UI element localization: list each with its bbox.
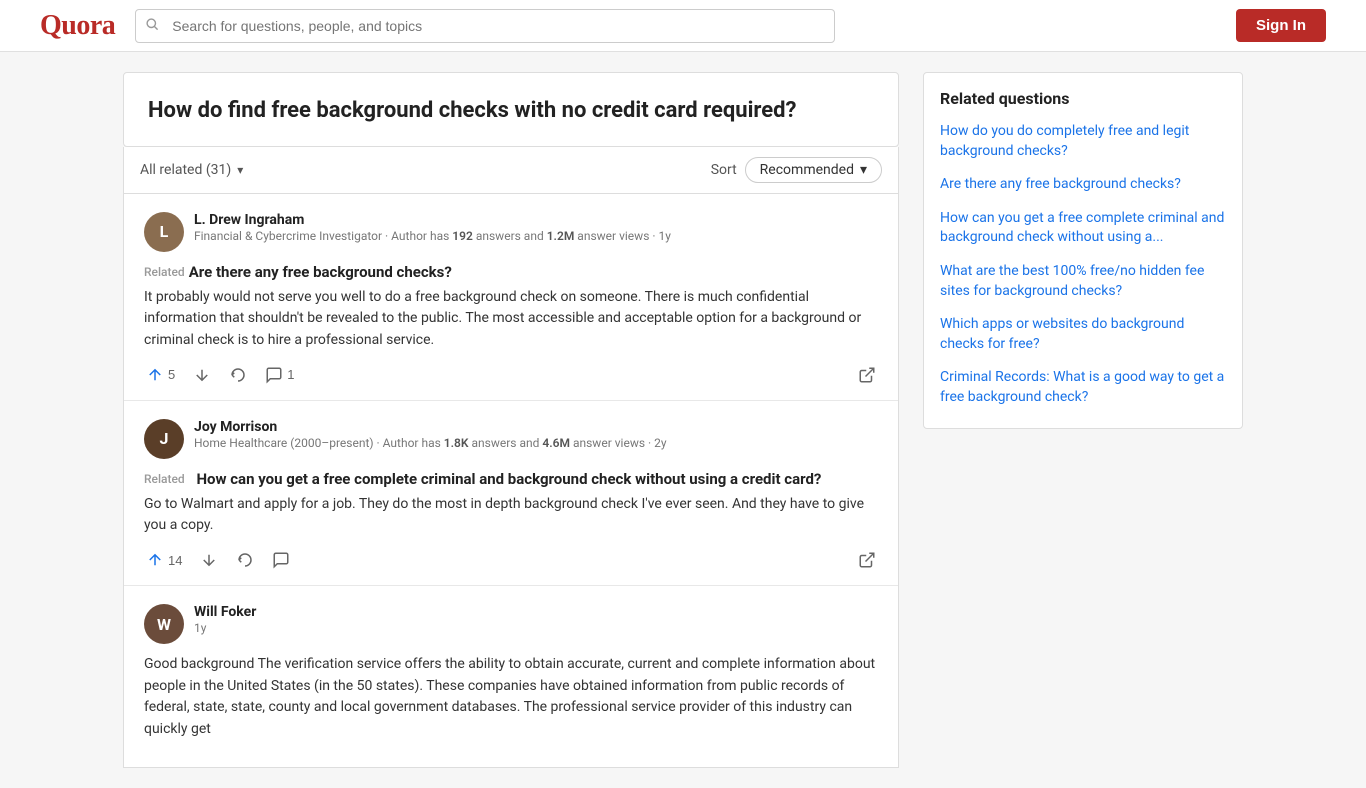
share-rotate-button[interactable]: [227, 364, 249, 386]
related-question-link[interactable]: How do you do completely free and legit …: [940, 122, 1226, 161]
search-input[interactable]: [135, 9, 835, 43]
sign-in-button[interactable]: Sign In: [1236, 9, 1326, 42]
search-bar: [135, 9, 835, 43]
action-bar: 5 1: [144, 364, 878, 386]
upvote-button[interactable]: 5: [144, 364, 177, 386]
author-meta: Home Healthcare (2000–present) · Author …: [194, 435, 878, 452]
comment-button[interactable]: 1: [263, 364, 296, 386]
author-name[interactable]: Joy Morrison: [194, 419, 878, 435]
downvote-button[interactable]: [191, 364, 213, 386]
avatar: J: [144, 419, 184, 459]
chevron-down-icon: ▾: [860, 162, 867, 178]
related-question-link[interactable]: Are there any free background checks?: [189, 263, 452, 281]
answers-container: L L. Drew Ingraham Financial & Cybercrim…: [123, 194, 899, 768]
answer-card: J Joy Morrison Home Healthcare (2000–pre…: [124, 400, 898, 585]
filter-bar: All related (31) ▾ Sort Recommended ▾: [123, 147, 899, 194]
answer-text: Good background The verification service…: [144, 654, 878, 741]
upvote-count: 5: [168, 367, 175, 382]
downvote-button[interactable]: [198, 549, 220, 571]
upvote-count: 14: [168, 553, 182, 568]
header: Quora Sign In: [0, 0, 1366, 52]
author-name[interactable]: Will Foker: [194, 604, 878, 620]
all-related-dropdown[interactable]: All related (31) ▾: [140, 162, 243, 178]
related-question-link[interactable]: How can you get a free complete criminal…: [940, 209, 1226, 248]
related-questions-title: Related questions: [940, 89, 1226, 108]
header-right: Sign In: [1236, 9, 1326, 42]
upvote-button[interactable]: 14: [144, 549, 184, 571]
related-question-link[interactable]: How can you get a free complete criminal…: [196, 470, 821, 488]
author-row: J Joy Morrison Home Healthcare (2000–pre…: [144, 419, 878, 459]
share-button[interactable]: [856, 364, 878, 386]
author-meta: 1y: [194, 620, 878, 637]
action-bar: 14: [144, 549, 878, 571]
comment-button[interactable]: [270, 549, 292, 571]
chevron-down-icon: ▾: [237, 163, 243, 177]
main-layout: How do find free background checks with …: [103, 52, 1263, 788]
recommended-dropdown[interactable]: Recommended ▾: [745, 157, 882, 183]
sort-label: Sort: [711, 162, 737, 178]
sort-wrap: Sort Recommended ▾: [711, 157, 882, 183]
comment-count: 1: [287, 367, 294, 382]
question-title: How do find free background checks with …: [148, 97, 874, 126]
answer-text: Go to Walmart and apply for a job. They …: [144, 494, 878, 537]
related-tag: Related Are there any free background ch…: [144, 263, 452, 281]
related-label: Related: [144, 265, 185, 279]
sidebar: Related questions How do you do complete…: [923, 72, 1243, 768]
all-related-label: All related (31): [140, 162, 231, 178]
related-questions-box: Related questions How do you do complete…: [923, 72, 1243, 429]
avatar: L: [144, 212, 184, 252]
answer-card: W Will Foker 1y Good background The veri…: [124, 585, 898, 767]
share-rotate-button[interactable]: [234, 549, 256, 571]
author-info: Will Foker 1y: [194, 604, 878, 637]
author-info: L. Drew Ingraham Financial & Cybercrime …: [194, 212, 878, 245]
question-box: How do find free background checks with …: [123, 72, 899, 147]
related-question-link[interactable]: Criminal Records: What is a good way to …: [940, 368, 1226, 407]
author-info: Joy Morrison Home Healthcare (2000–prese…: [194, 419, 878, 452]
avatar: W: [144, 604, 184, 644]
main-content: How do find free background checks with …: [123, 72, 899, 768]
author-row: L L. Drew Ingraham Financial & Cybercrim…: [144, 212, 878, 252]
author-name[interactable]: L. Drew Ingraham: [194, 212, 878, 228]
answer-text: It probably would not serve you well to …: [144, 287, 878, 352]
search-icon: [145, 17, 159, 35]
share-button[interactable]: [856, 549, 878, 571]
recommended-label: Recommended: [760, 162, 854, 178]
related-question-link[interactable]: Are there any free background checks?: [940, 175, 1226, 195]
related-label: Related: [144, 472, 185, 486]
author-row: W Will Foker 1y: [144, 604, 878, 644]
author-meta: Financial & Cybercrime Investigator · Au…: [194, 228, 878, 245]
logo[interactable]: Quora: [40, 10, 115, 42]
related-question-link[interactable]: Which apps or websites do background che…: [940, 315, 1226, 354]
related-question-link[interactable]: What are the best 100% free/no hidden fe…: [940, 262, 1226, 301]
related-tag: Related How can you get a free complete …: [144, 470, 821, 488]
answer-card: L L. Drew Ingraham Financial & Cybercrim…: [124, 194, 898, 400]
